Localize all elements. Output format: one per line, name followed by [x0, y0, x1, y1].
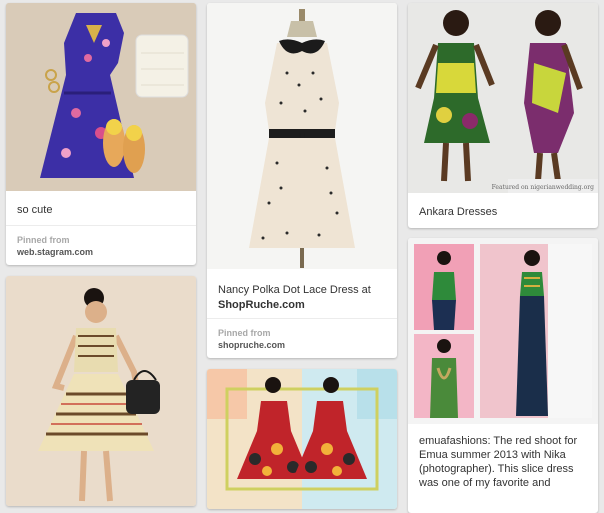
pin-description-text: emuafashions: The red shoot for Emua sum…	[419, 435, 578, 489]
pin-card-1[interactable]: so cute Pinned from web.stagram.com	[6, 3, 196, 265]
pin-image[interactable]	[207, 3, 397, 269]
pin-description: emuafashions: The red shoot for Emua sum…	[408, 424, 598, 490]
pin-card-4[interactable]	[6, 276, 196, 506]
pin-card-5[interactable]	[207, 369, 397, 509]
pin-image[interactable]	[6, 276, 196, 506]
source-domain[interactable]: web.stagram.com	[17, 246, 185, 259]
pin-card-3[interactable]: Featured on nigerianwedding.org Ankara D…	[408, 3, 598, 228]
pin-card-2[interactable]: Nancy Polka Dot Lace Dress at ShopRuche.…	[207, 3, 397, 358]
pin-source[interactable]: Pinned from web.stagram.com	[6, 225, 196, 265]
pin-description: Nancy Polka Dot Lace Dress at ShopRuche.…	[207, 269, 397, 318]
pin-source[interactable]: Pinned from shopruche.com	[207, 318, 397, 358]
pin-image[interactable]: Featured on nigerianwedding.org	[408, 3, 598, 193]
pin-image[interactable]	[207, 369, 397, 509]
pin-image[interactable]	[408, 238, 598, 424]
pin-description-link[interactable]: ShopRuche.com	[218, 298, 386, 313]
pin-card-6[interactable]: emuafashions: The red shoot for Emua sum…	[408, 238, 598, 513]
pin-description: so cute	[6, 191, 196, 225]
pinned-from-label: Pinned from	[17, 235, 70, 245]
source-domain[interactable]: shopruche.com	[218, 339, 386, 352]
pin-description-text: Nancy Polka Dot Lace Dress at	[218, 284, 371, 296]
pin-description: Ankara Dresses	[408, 193, 598, 220]
pin-description-text: so cute	[17, 204, 53, 216]
pin-description-text: Ankara Dresses	[419, 206, 498, 218]
watermark-text: Featured on nigerianwedding.org	[492, 184, 595, 191]
pinned-from-label: Pinned from	[218, 328, 271, 338]
pin-image[interactable]	[6, 3, 196, 191]
